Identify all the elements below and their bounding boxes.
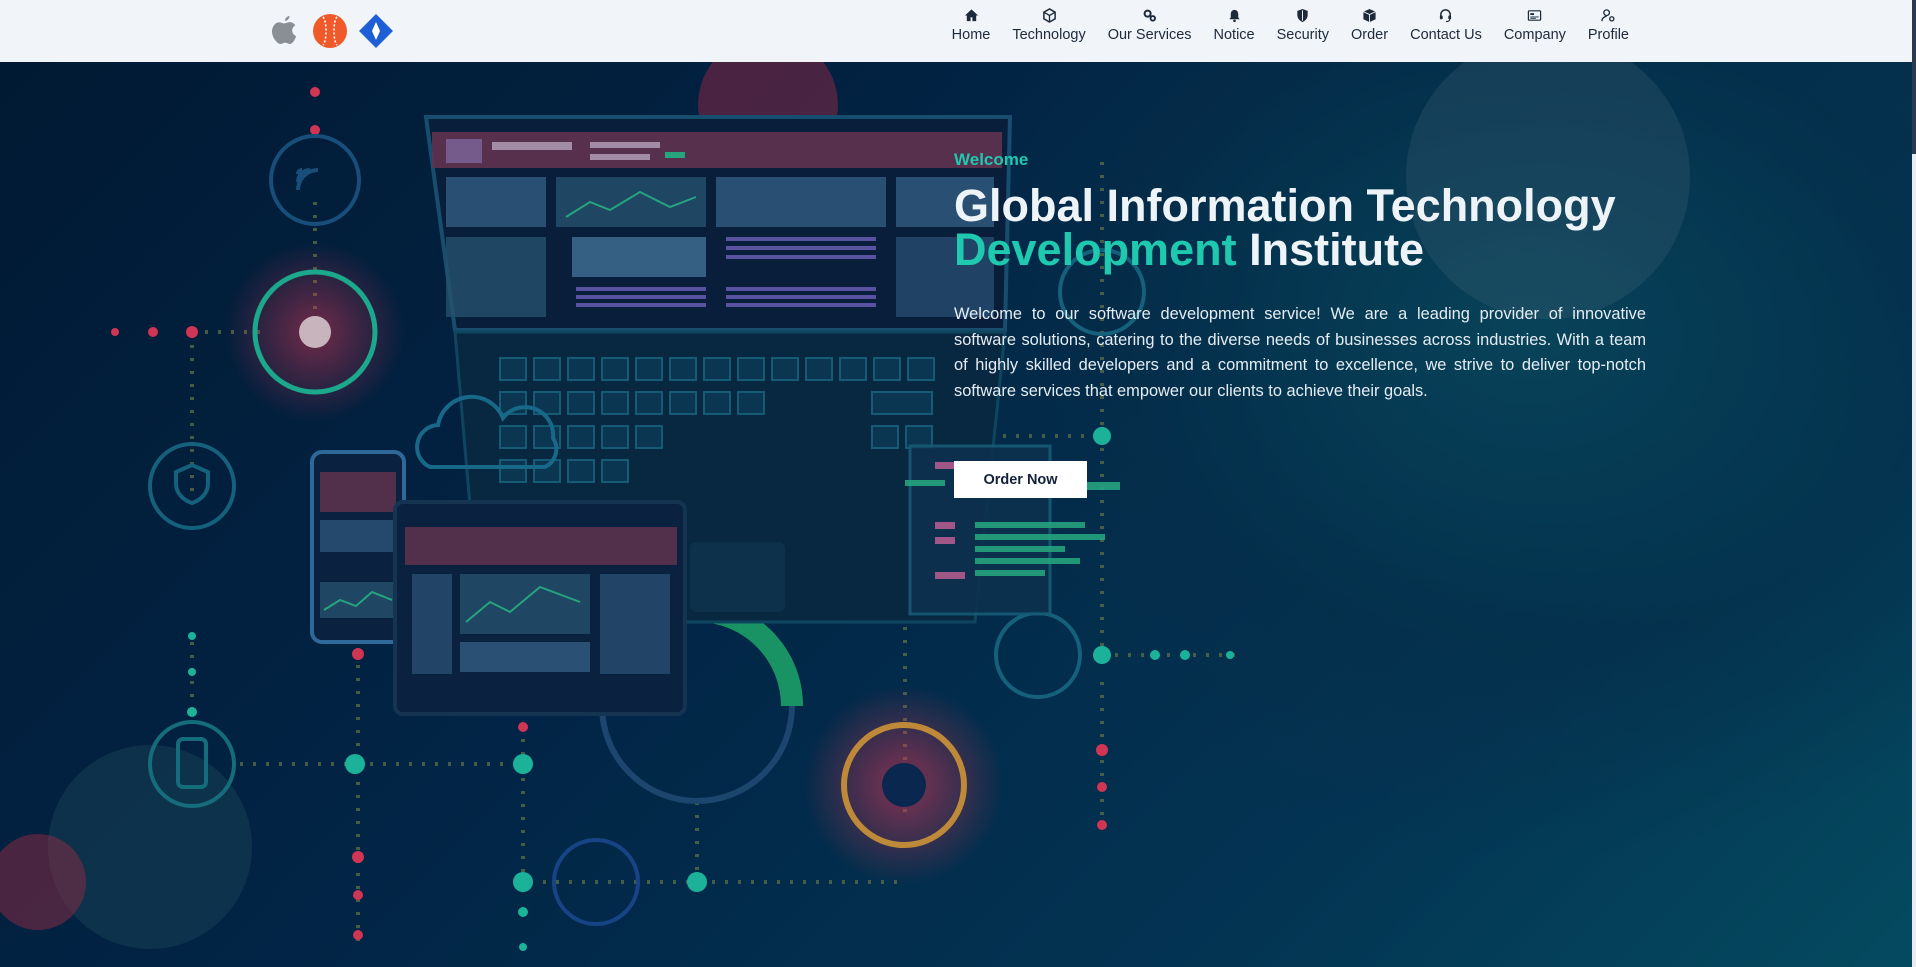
baseball-logo[interactable] (311, 12, 349, 50)
building-card-icon (1528, 10, 1542, 21)
nav-contact-us[interactable]: Contact Us (1399, 8, 1493, 44)
nav-label: Home (951, 27, 991, 43)
box-icon (1363, 8, 1376, 23)
page-scrollbar[interactable] (1912, 0, 1916, 967)
user-gear-icon (1601, 9, 1615, 22)
scrollbar-thumb[interactable] (1912, 0, 1916, 154)
nav-label: Contact Us (1410, 27, 1482, 43)
shield-icon (1297, 8, 1308, 23)
nav-label: Profile (1587, 27, 1629, 43)
hero-title-rest: Institute (1249, 224, 1425, 275)
nav-company[interactable]: Company (1493, 8, 1577, 44)
home-icon (964, 9, 978, 22)
nav-label: Notice (1213, 27, 1255, 43)
nav-label: Our Services (1107, 27, 1192, 43)
hero-section: Welcome Global Information Technology De… (0, 62, 1912, 967)
diamond-logo[interactable] (357, 12, 395, 50)
gears-icon (1143, 9, 1157, 22)
cube-icon (1042, 8, 1056, 23)
nav-our-services[interactable]: Our Services (1097, 8, 1203, 44)
hero-content: Welcome Global Information Technology De… (954, 150, 1646, 420)
main-nav: Home Technology Our Services Notice Secu… (941, 8, 1640, 44)
site-header: Home Technology Our Services Notice Secu… (0, 0, 1912, 63)
nav-technology[interactable]: Technology (1001, 8, 1096, 44)
nav-notice[interactable]: Notice (1203, 8, 1266, 44)
nav-label: Technology (1012, 27, 1086, 43)
order-now-button[interactable]: Order Now (954, 461, 1087, 498)
nav-label: Security (1276, 27, 1330, 43)
nav-profile[interactable]: Profile (1577, 8, 1640, 44)
hero-title: Global Information Technology Developmen… (954, 183, 1646, 275)
logo-group (265, 12, 395, 50)
nav-label: Company (1503, 27, 1566, 43)
nav-order[interactable]: Order (1340, 8, 1399, 44)
hero-title-accent: Development (954, 224, 1237, 275)
hero-kicker: Welcome (954, 150, 1029, 169)
apple-logo[interactable] (265, 12, 303, 50)
nav-security[interactable]: Security (1266, 8, 1340, 44)
hero-description: Welcome to our software development serv… (954, 305, 1646, 400)
nav-home[interactable]: Home (941, 8, 1002, 44)
bell-icon (1228, 9, 1240, 23)
nav-label: Order (1351, 27, 1389, 43)
headset-icon (1440, 9, 1452, 23)
